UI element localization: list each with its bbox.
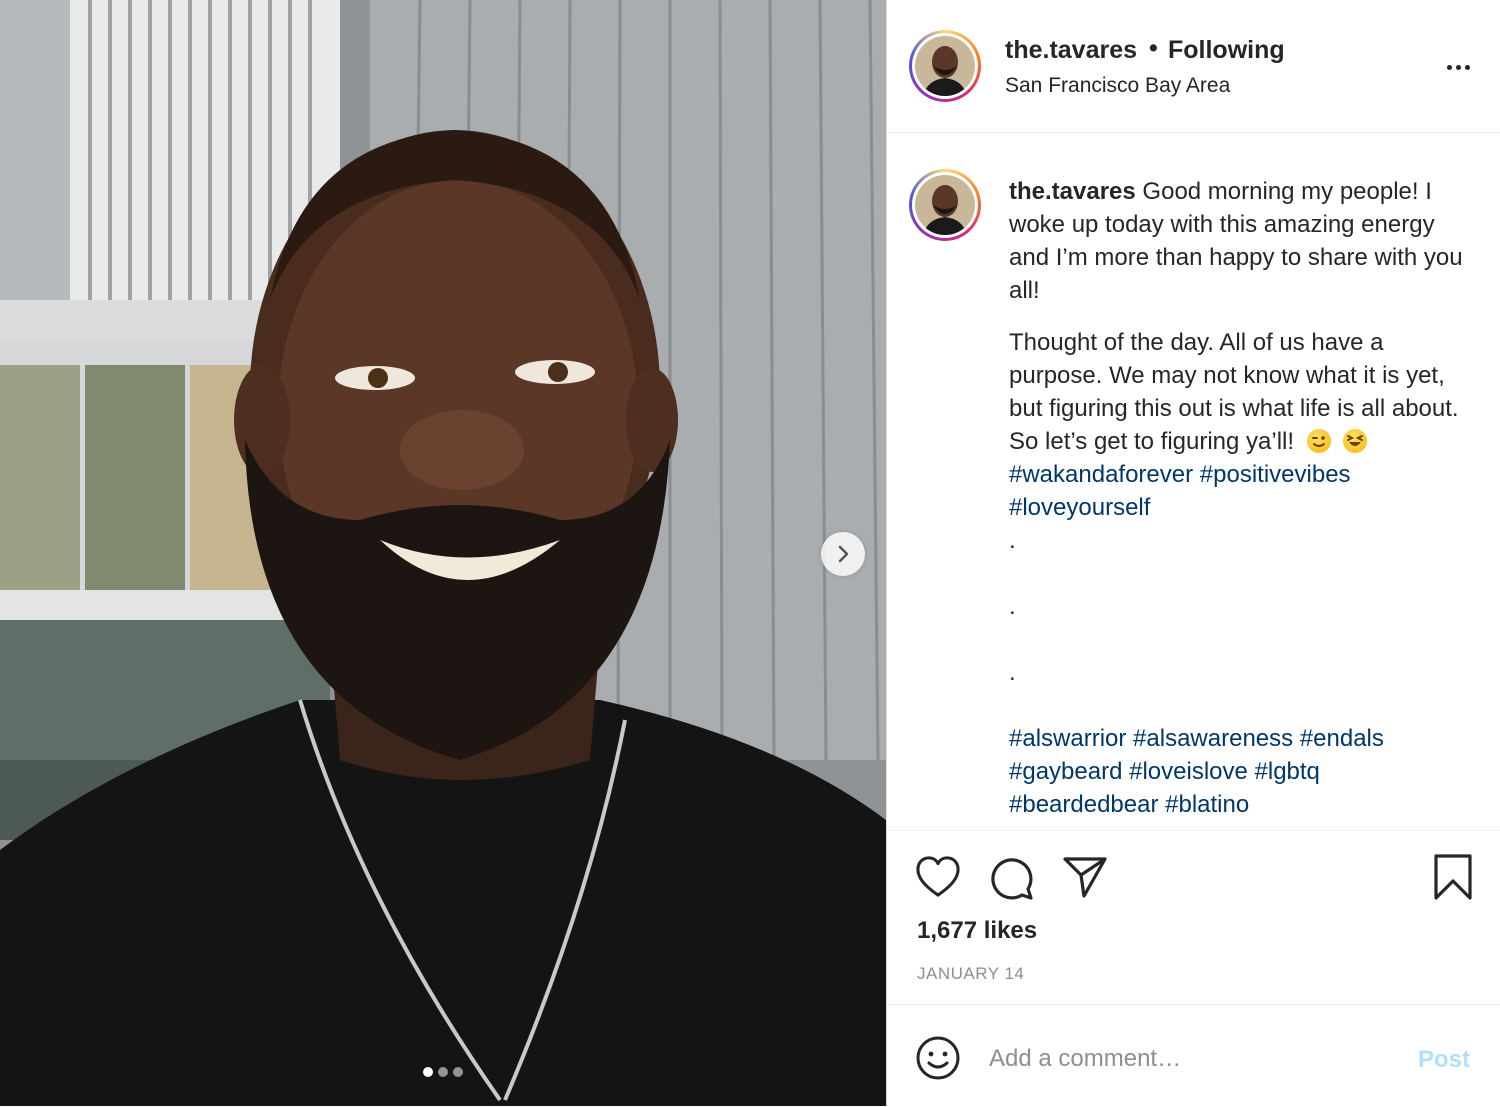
hashtag-link[interactable]: #alswarrior [1009, 725, 1126, 752]
location-link[interactable]: San Francisco Bay Area [1005, 74, 1230, 98]
post-details-panel: the.tavares • Following San Francisco Ba… [886, 0, 1500, 1106]
hashtag-link[interactable]: #endals [1300, 725, 1384, 752]
post-photo[interactable] [0, 0, 886, 1106]
caption-text: the.tavares Good morning my people! I wo… [1009, 175, 1479, 821]
smiley-icon[interactable] [915, 1035, 961, 1081]
hashtag-link[interactable]: #positivevibes [1200, 461, 1351, 488]
comment-input[interactable] [989, 1040, 1389, 1078]
caption-paragraph-2: Thought of the day. All of us have a pur… [1009, 329, 1459, 455]
caption-avatar[interactable] [909, 169, 981, 241]
chevron-right-icon [838, 545, 849, 563]
wink-emoji-icon [1306, 429, 1331, 453]
hashtag-link[interactable]: #alsawareness [1133, 725, 1293, 752]
post-actions: 1,677 likes JANUARY 14 Post [887, 830, 1500, 1106]
avatar[interactable] [909, 30, 981, 102]
hashtag-link[interactable]: #blatino [1165, 791, 1249, 818]
add-comment-bar: Post [887, 1004, 1500, 1107]
avatar-image [915, 175, 975, 235]
avatar-image [915, 36, 975, 96]
following-button[interactable]: Following [1168, 36, 1285, 65]
more-options-icon[interactable] [1443, 52, 1473, 82]
selfie-photo [0, 0, 886, 1106]
carousel-indicator [0, 1067, 886, 1077]
hashtag-link[interactable]: #beardedbear [1009, 791, 1158, 818]
hashtag-link[interactable]: #lgbtq [1255, 758, 1320, 785]
hashtag-link[interactable]: #loveyourself [1009, 494, 1150, 521]
bookmark-icon[interactable] [1433, 853, 1473, 901]
share-icon[interactable] [1062, 855, 1108, 899]
caption-dot: . [1009, 659, 1016, 686]
hashtag-link[interactable]: #gaybeard [1009, 758, 1122, 785]
header-username[interactable]: the.tavares [1005, 36, 1137, 65]
caption-area: the.tavares Good morning my people! I wo… [887, 134, 1500, 830]
post-comment-button[interactable]: Post [1418, 1046, 1470, 1074]
hashtag-link[interactable]: #loveislove [1129, 758, 1248, 785]
hashtag-link[interactable]: #wakandaforever [1009, 461, 1193, 488]
caption-dot: . [1009, 527, 1016, 554]
comment-icon[interactable] [988, 855, 1034, 901]
carousel-next-button[interactable] [821, 532, 865, 576]
likes-count[interactable]: 1,677 likes [917, 917, 1037, 945]
carousel-dot [438, 1067, 448, 1077]
heart-icon[interactable] [915, 855, 961, 899]
carousel-dot [453, 1067, 463, 1077]
carousel-dot-active [423, 1067, 433, 1077]
post-header: the.tavares • Following San Francisco Ba… [887, 0, 1500, 133]
separator-dot: • [1149, 34, 1158, 62]
caption-username[interactable]: the.tavares [1009, 178, 1136, 205]
laughing-emoji-icon [1343, 429, 1368, 453]
caption-dot: . [1009, 593, 1016, 620]
instagram-post: the.tavares • Following San Francisco Ba… [0, 0, 1500, 1106]
post-date[interactable]: JANUARY 14 [917, 964, 1024, 984]
